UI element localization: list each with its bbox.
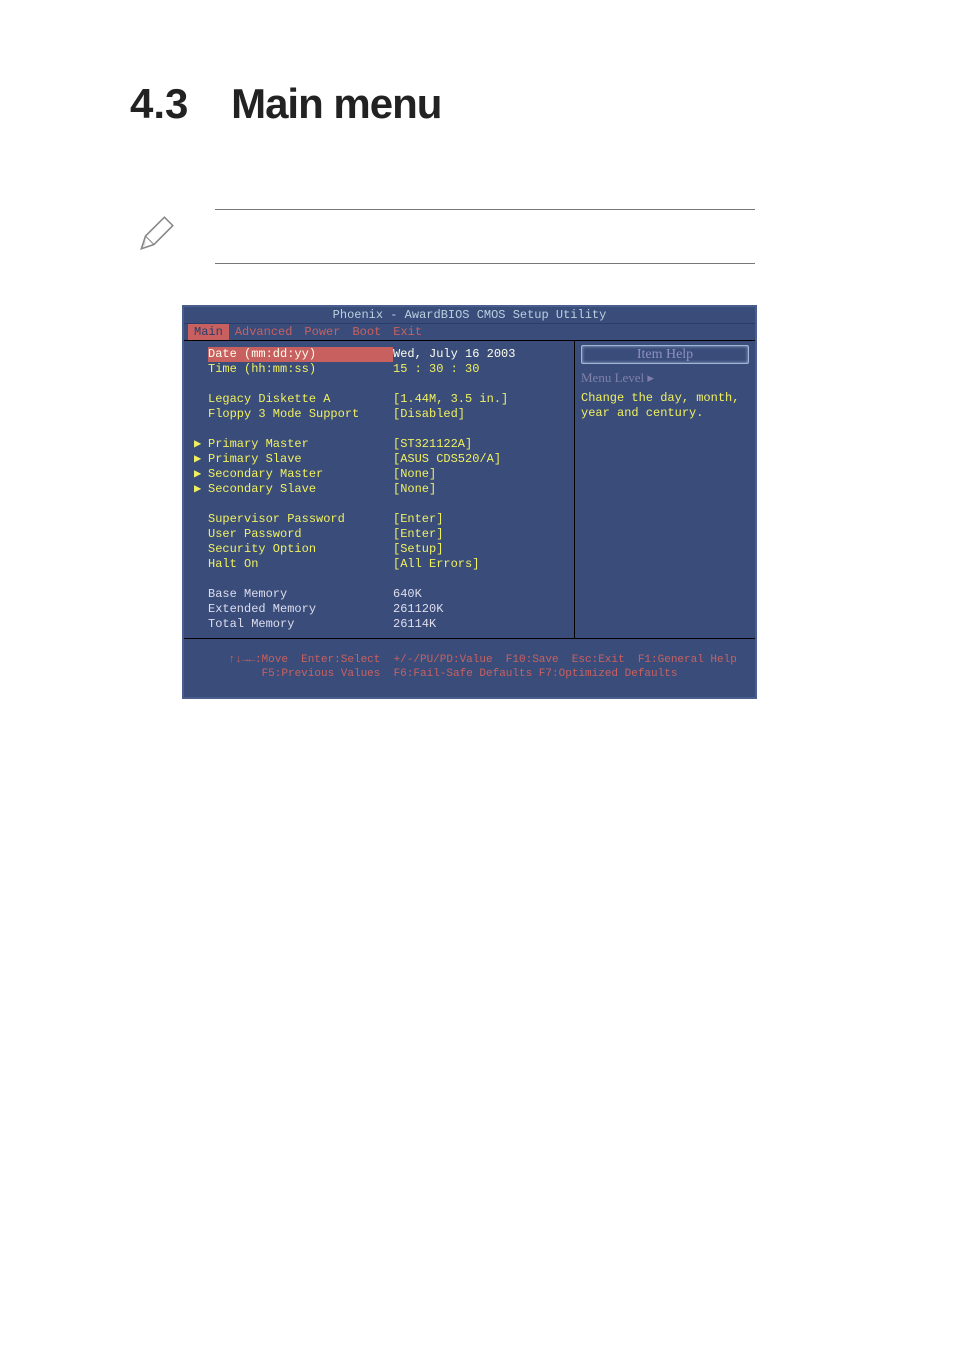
item-label: Total Memory xyxy=(208,617,393,632)
bios-item[interactable]: Halt On[All Errors] xyxy=(194,557,566,572)
bios-item[interactable]: ▶ Primary Master[ST321122A] xyxy=(194,437,566,452)
note-box xyxy=(215,209,755,264)
bios-footer: ↑↓→←:Move Enter:Select +/-/PU/PD:Value F… xyxy=(184,638,755,697)
footer-line1: ↑↓→←:Move Enter:Select +/-/PU/PD:Value F… xyxy=(229,654,737,666)
submenu-arrow-icon: ▶ xyxy=(194,437,208,452)
item-label: Legacy Diskette A xyxy=(208,392,393,407)
item-value: [Enter] xyxy=(393,512,443,527)
bios-item[interactable]: Extended Memory261120K xyxy=(194,602,566,617)
bios-help-panel: Item Help Menu Level ▸ Change the day, m… xyxy=(575,341,755,638)
item-label: Supervisor Password xyxy=(208,512,393,527)
blank-row xyxy=(194,422,566,437)
submenu-arrow-icon xyxy=(194,407,208,422)
blank-row xyxy=(194,572,566,587)
item-label: Security Option xyxy=(208,542,393,557)
item-label: Secondary Master xyxy=(208,467,393,482)
bios-item[interactable]: ▶ Primary Slave[ASUS CDS520/A] xyxy=(194,452,566,467)
tab-advanced[interactable]: Advanced xyxy=(229,324,299,340)
item-value: [ASUS CDS520/A] xyxy=(393,452,501,467)
item-label: Primary Master xyxy=(208,437,393,452)
item-label: Secondary Slave xyxy=(208,482,393,497)
item-value: [None] xyxy=(393,467,436,482)
submenu-arrow-icon xyxy=(194,362,208,377)
item-value: 261120K xyxy=(393,602,443,617)
item-value: [1.44M, 3.5 in.] xyxy=(393,392,508,407)
item-value: [ST321122A] xyxy=(393,437,472,452)
help-menu-level: Menu Level ▸ xyxy=(581,370,749,385)
tab-main[interactable]: Main xyxy=(188,324,229,340)
bios-item[interactable]: Total Memory26114K xyxy=(194,617,566,632)
section-heading: 4.3 Main menu xyxy=(130,80,779,128)
blank-row xyxy=(194,497,566,512)
submenu-arrow-icon xyxy=(194,347,208,362)
item-label: Primary Slave xyxy=(208,452,393,467)
bios-item[interactable]: Floppy 3 Mode Support[Disabled] xyxy=(194,407,566,422)
submenu-arrow-icon: ▶ xyxy=(194,467,208,482)
item-value: [All Errors] xyxy=(393,557,479,572)
item-label: User Password xyxy=(208,527,393,542)
item-value: [None] xyxy=(393,482,436,497)
item-label: Date (mm:dd:yy) xyxy=(208,347,393,362)
item-value: Wed, July 16 2003 xyxy=(393,347,515,362)
submenu-arrow-icon xyxy=(194,587,208,602)
blank-row xyxy=(194,377,566,392)
item-label: Halt On xyxy=(208,557,393,572)
section-number: 4.3 xyxy=(130,80,188,127)
bios-item[interactable]: Date (mm:dd:yy)Wed, July 16 2003 xyxy=(194,347,566,362)
section-title: Main menu xyxy=(231,80,441,127)
bios-title: Phoenix - AwardBIOS CMOS Setup Utility xyxy=(184,307,755,324)
bios-screen: Phoenix - AwardBIOS CMOS Setup Utility M… xyxy=(182,305,757,699)
bios-item[interactable]: Security Option[Setup] xyxy=(194,542,566,557)
bios-item[interactable]: Legacy Diskette A[1.44M, 3.5 in.] xyxy=(194,392,566,407)
item-label: Time (hh:mm:ss) xyxy=(208,362,393,377)
bios-main-panel[interactable]: Date (mm:dd:yy)Wed, July 16 2003 Time (h… xyxy=(184,341,575,638)
submenu-arrow-icon: ▶ xyxy=(194,452,208,467)
tab-exit[interactable]: Exit xyxy=(387,324,428,340)
submenu-arrow-icon: ▶ xyxy=(194,482,208,497)
item-value: 640K xyxy=(393,587,422,602)
pencil-icon xyxy=(135,213,177,255)
bios-item[interactable]: ▶ Secondary Master[None] xyxy=(194,467,566,482)
submenu-arrow-icon xyxy=(194,602,208,617)
item-value: [Disabled] xyxy=(393,407,465,422)
submenu-arrow-icon xyxy=(194,542,208,557)
help-title: Item Help xyxy=(581,345,749,364)
item-value: 15 : 30 : 30 xyxy=(393,362,479,377)
footer-line2: F5:Previous Values F6:Fail-Safe Defaults… xyxy=(262,668,678,680)
bios-item[interactable]: User Password[Enter] xyxy=(194,527,566,542)
submenu-arrow-icon xyxy=(194,557,208,572)
bios-item[interactable]: ▶ Secondary Slave[None] xyxy=(194,482,566,497)
item-value: [Enter] xyxy=(393,527,443,542)
item-label: Base Memory xyxy=(208,587,393,602)
bios-item[interactable]: Time (hh:mm:ss)15 : 30 : 30 xyxy=(194,362,566,377)
tab-boot[interactable]: Boot xyxy=(346,324,387,340)
item-label: Floppy 3 Mode Support xyxy=(208,407,393,422)
item-value: 26114K xyxy=(393,617,436,632)
tab-power[interactable]: Power xyxy=(298,324,346,340)
item-label: Extended Memory xyxy=(208,602,393,617)
submenu-arrow-icon xyxy=(194,527,208,542)
bios-item[interactable]: Supervisor Password[Enter] xyxy=(194,512,566,527)
submenu-arrow-icon xyxy=(194,617,208,632)
bios-tabs[interactable]: MainAdvancedPowerBootExit xyxy=(184,324,755,341)
submenu-arrow-icon xyxy=(194,392,208,407)
item-value: [Setup] xyxy=(393,542,443,557)
help-text: Change the day, month, year and century. xyxy=(581,391,749,421)
bios-item[interactable]: Base Memory640K xyxy=(194,587,566,602)
submenu-arrow-icon xyxy=(194,512,208,527)
